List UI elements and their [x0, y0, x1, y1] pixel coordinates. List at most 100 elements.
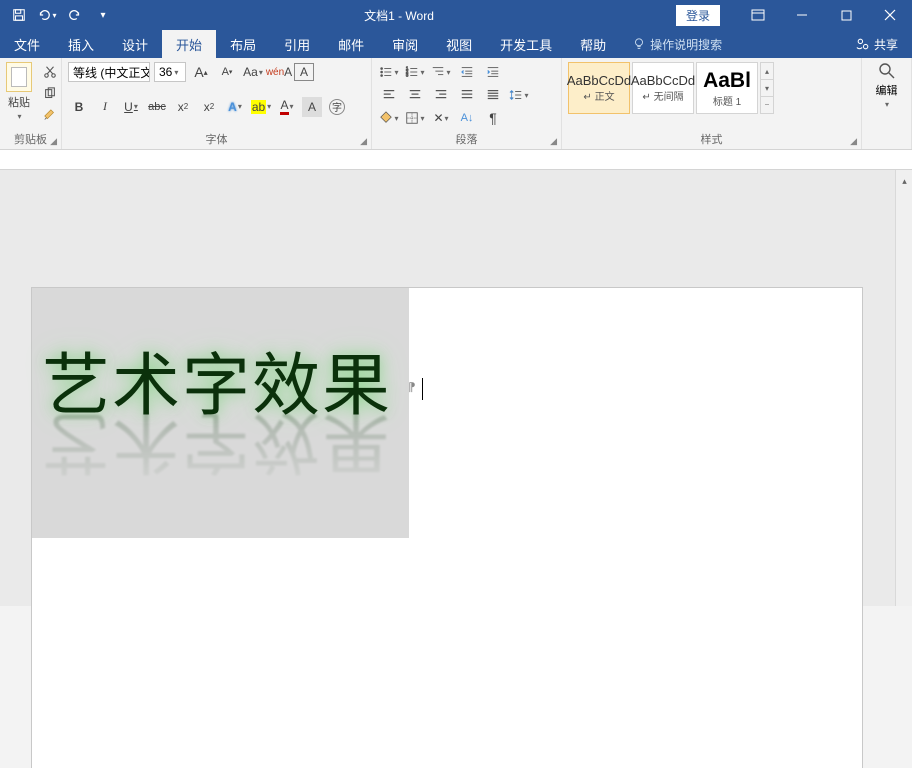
- italic-button[interactable]: I: [94, 97, 116, 117]
- group-font: 等线 (中文正文)▾ 36▾ A▴ A▾ Aa▾ wénA A B I U▾ a…: [62, 58, 372, 149]
- asian-layout-button[interactable]: ✕▾: [430, 108, 452, 128]
- login-button[interactable]: 登录: [676, 5, 720, 26]
- decrease-indent-button[interactable]: [456, 62, 478, 82]
- character-border-button[interactable]: A: [294, 63, 314, 81]
- format-painter-button[interactable]: [40, 106, 60, 126]
- window-title: 文档1 - Word: [122, 7, 676, 24]
- save-button[interactable]: [8, 4, 30, 26]
- superscript-button[interactable]: x2: [198, 97, 220, 117]
- ruler[interactable]: [0, 150, 912, 170]
- justify-button[interactable]: [456, 85, 478, 105]
- copy-button[interactable]: [40, 84, 60, 104]
- share-icon: [856, 37, 870, 51]
- undo-button[interactable]: ▾: [36, 4, 58, 26]
- font-color-button[interactable]: A▾: [276, 97, 298, 117]
- ribbon-tabs: 文件 插入 设计 开始 布局 引用 邮件 审阅 视图 开发工具 帮助 操作说明搜…: [0, 30, 912, 58]
- redo-button[interactable]: [64, 4, 86, 26]
- scroll-up-button[interactable]: ▴: [899, 176, 910, 186]
- multilevel-list-button[interactable]: ▾: [430, 62, 452, 82]
- sort-button[interactable]: A↓: [456, 108, 478, 128]
- tab-home[interactable]: 开始: [162, 30, 216, 58]
- distributed-button[interactable]: [482, 85, 504, 105]
- paste-label: 粘贴: [8, 94, 30, 110]
- quick-access-toolbar: ▾ ▾: [0, 4, 122, 26]
- tab-file[interactable]: 文件: [0, 30, 54, 58]
- group-font-label: 字体: [206, 134, 228, 146]
- subscript-button[interactable]: x2: [172, 97, 194, 117]
- underline-button[interactable]: U▾: [120, 97, 142, 117]
- tab-developer[interactable]: 开发工具: [486, 30, 566, 58]
- group-styles: AaBbCcDd ↵ 正文 AaBbCcDd ↵ 无间隔 AaBl 标题 1 ▴…: [562, 58, 862, 149]
- enclose-characters-button[interactable]: 字: [326, 97, 348, 117]
- tab-design[interactable]: 设计: [108, 30, 162, 58]
- style-normal[interactable]: AaBbCcDd ↵ 正文: [568, 62, 630, 114]
- character-shading-button[interactable]: A: [302, 97, 322, 117]
- line-spacing-button[interactable]: ▾: [508, 85, 530, 105]
- group-clipboard: 粘贴 ▾ 剪贴板◢: [0, 58, 62, 149]
- tab-references[interactable]: 引用: [270, 30, 324, 58]
- group-paragraph: ▾ 123▾ ▾ ▾ ▾ ▾ ✕▾ A↓ ¶ 段落 ◢: [372, 58, 562, 149]
- minimize-button[interactable]: [780, 0, 824, 30]
- tab-mailings[interactable]: 邮件: [324, 30, 378, 58]
- title-bar: ▾ ▾ 文档1 - Word 登录: [0, 0, 912, 30]
- cut-button[interactable]: [40, 62, 60, 82]
- change-case-button[interactable]: Aa▾: [242, 62, 264, 82]
- share-button[interactable]: 共享: [842, 36, 912, 53]
- svg-text:3: 3: [406, 72, 409, 77]
- font-dialog-launcher[interactable]: ◢: [360, 136, 367, 147]
- vertical-scrollbar[interactable]: ▴: [895, 170, 912, 606]
- borders-button[interactable]: ▾: [404, 108, 426, 128]
- show-hide-button[interactable]: ¶: [482, 108, 504, 128]
- style-no-spacing[interactable]: AaBbCcDd ↵ 无间隔: [632, 62, 694, 114]
- maximize-button[interactable]: [824, 0, 868, 30]
- tab-review[interactable]: 审阅: [378, 30, 432, 58]
- numbering-button[interactable]: 123▾: [404, 62, 426, 82]
- wordart-object[interactable]: 艺术字效果 艺术字效果: [32, 288, 409, 538]
- close-button[interactable]: [868, 0, 912, 30]
- qat-customize-button[interactable]: ▾: [92, 4, 114, 26]
- paste-icon: [6, 62, 32, 92]
- style-heading-1[interactable]: AaBl 标题 1: [696, 62, 758, 114]
- ribbon: 粘贴 ▾ 剪贴板◢ 等线 (中文正文)▾ 36▾ A▴ A▾ Aa▾ wénA …: [0, 58, 912, 150]
- styles-gallery-more[interactable]: ▴▾⎯: [760, 62, 774, 114]
- document-area: 艺术字效果 艺术字效果 ▴: [0, 170, 912, 606]
- group-paragraph-label: 段落: [456, 134, 478, 146]
- align-right-button[interactable]: [430, 85, 452, 105]
- styles-dialog-launcher[interactable]: ◢: [850, 136, 857, 147]
- tab-help[interactable]: 帮助: [566, 30, 620, 58]
- text-cursor: [422, 378, 423, 400]
- ribbon-display-button[interactable]: [736, 0, 780, 30]
- align-left-button[interactable]: [378, 85, 400, 105]
- bullets-button[interactable]: ▾: [378, 62, 400, 82]
- grow-font-button[interactable]: A▴: [190, 62, 212, 82]
- group-editing: 编辑 ▾: [862, 58, 912, 149]
- font-size-combo[interactable]: 36▾: [154, 62, 186, 82]
- lightbulb-icon: [632, 37, 646, 51]
- tab-layout[interactable]: 布局: [216, 30, 270, 58]
- bold-button[interactable]: B: [68, 97, 90, 117]
- align-center-button[interactable]: [404, 85, 426, 105]
- shrink-font-button[interactable]: A▾: [216, 62, 238, 82]
- window-controls: 登录: [676, 0, 912, 30]
- phonetic-guide-button[interactable]: wénA: [268, 62, 290, 82]
- paste-button[interactable]: 粘贴 ▾: [6, 62, 32, 121]
- paragraph-dialog-launcher[interactable]: ◢: [550, 136, 557, 147]
- tell-me-search[interactable]: 操作说明搜索: [620, 36, 734, 53]
- editing-label: 编辑: [876, 82, 898, 98]
- font-name-combo[interactable]: 等线 (中文正文)▾: [68, 62, 150, 82]
- wordart-reflection: 艺术字效果: [42, 398, 392, 497]
- share-label: 共享: [874, 36, 898, 53]
- strikethrough-button[interactable]: abc: [146, 97, 168, 117]
- tab-insert[interactable]: 插入: [54, 30, 108, 58]
- highlight-button[interactable]: ab▾: [250, 97, 272, 117]
- page[interactable]: 艺术字效果 艺术字效果: [32, 288, 862, 768]
- shading-button[interactable]: ▾: [378, 108, 400, 128]
- tab-view[interactable]: 视图: [432, 30, 486, 58]
- find-icon: [878, 62, 896, 80]
- increase-indent-button[interactable]: [482, 62, 504, 82]
- group-clipboard-label: 剪贴板: [14, 134, 47, 146]
- clipboard-dialog-launcher[interactable]: ◢: [50, 136, 57, 147]
- group-styles-label: 样式: [701, 134, 723, 146]
- find-button[interactable]: 编辑 ▾: [868, 62, 905, 109]
- text-effects-button[interactable]: A▾: [224, 97, 246, 117]
